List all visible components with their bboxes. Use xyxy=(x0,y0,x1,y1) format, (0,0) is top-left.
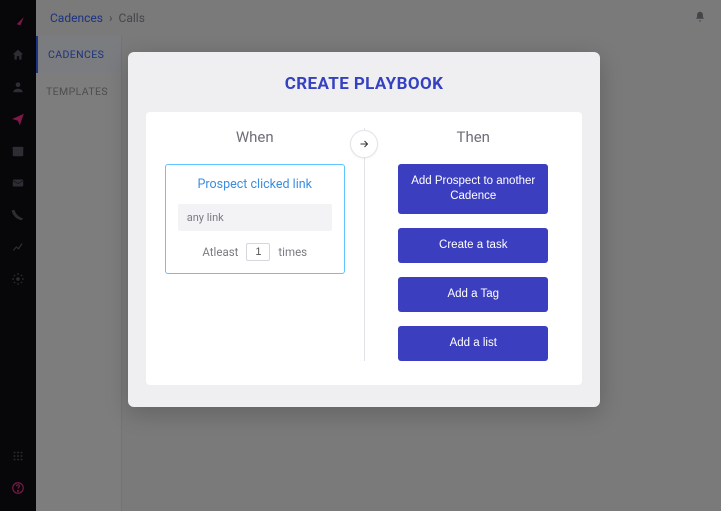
action-add-tag[interactable]: Add a Tag xyxy=(398,277,548,312)
when-column: When Prospect clicked link any link Atle… xyxy=(146,128,364,361)
create-playbook-modal: CREATE PLAYBOOK When Prospect clicked li… xyxy=(128,52,600,407)
then-header: Then xyxy=(457,128,490,146)
playbook-panel: When Prospect clicked link any link Atle… xyxy=(146,112,582,385)
arrow-right-icon xyxy=(350,130,378,158)
modal-title: CREATE PLAYBOOK xyxy=(146,74,582,94)
atleast-row: Atleast times xyxy=(178,243,332,261)
action-add-list[interactable]: Add a list xyxy=(398,326,548,361)
trigger-card: Prospect clicked link any link Atleast t… xyxy=(165,164,345,274)
count-input[interactable] xyxy=(246,243,270,261)
atleast-label: Atleast xyxy=(202,245,238,259)
action-create-task[interactable]: Create a task xyxy=(398,228,548,263)
when-header: When xyxy=(236,128,274,146)
then-column: Then Add Prospect to another Cadence Cre… xyxy=(365,128,583,361)
link-select[interactable]: any link xyxy=(178,204,332,231)
trigger-title: Prospect clicked link xyxy=(178,177,332,192)
times-label: times xyxy=(278,245,307,259)
action-add-prospect-cadence[interactable]: Add Prospect to another Cadence xyxy=(398,164,548,214)
